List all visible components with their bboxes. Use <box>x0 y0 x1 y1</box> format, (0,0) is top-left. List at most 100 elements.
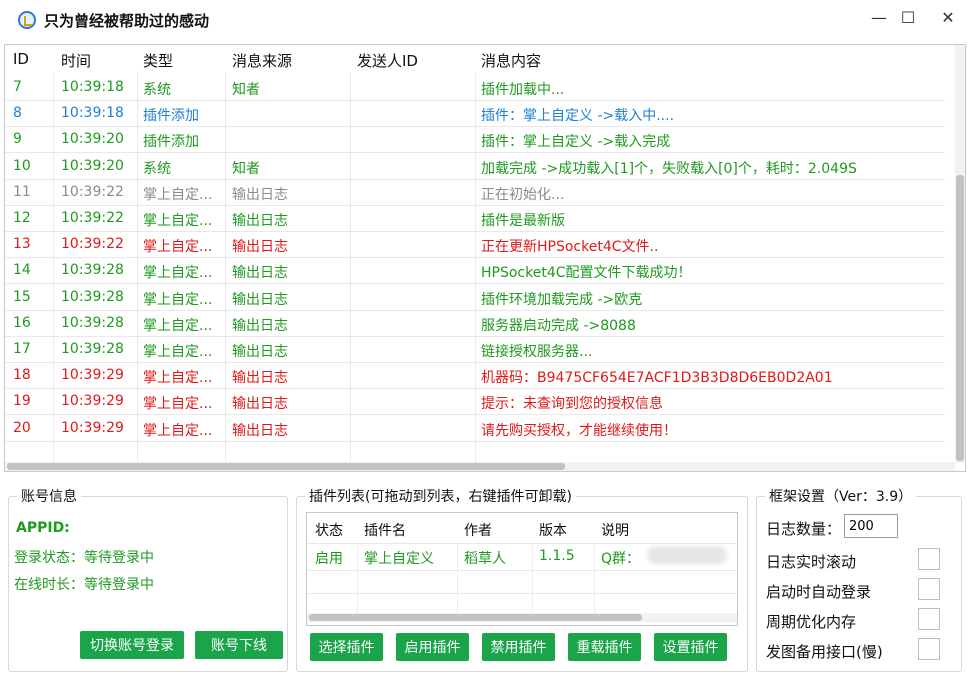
cell-id: 7 <box>13 79 22 95</box>
log-row[interactable]: 14 10:39:28 掌上自定... 输出日志 HPSocket4C配置文件下载成功！ <box>5 258 945 285</box>
appid-label: APPID: <box>16 520 70 536</box>
option-optimize-memory-checkbox[interactable] <box>918 608 940 630</box>
cell-type: 掌上自定... <box>143 317 213 334</box>
cell-time: 10:39:28 <box>61 288 124 305</box>
log-row[interactable]: 11 10:39:22 掌上自定... 输出日志 正在初始化... <box>5 180 945 206</box>
log-row[interactable]: 18 10:39:29 掌上自定... 输出日志 机器码：B9475CF654E7ACF… <box>5 363 945 390</box>
reload-plugin-button[interactable]: 重载插件 <box>568 633 641 661</box>
log-row[interactable]: 15 10:39:28 掌上自定... 输出日志 插件环境加载完成 ->欧克 <box>5 285 945 311</box>
row-divider <box>307 543 737 544</box>
log-row[interactable]: 16 10:39:28 掌上自定... 输出日志 服务器启动完成 ->8088 <box>5 311 945 337</box>
log-row[interactable]: 10 10:39:20 系统 知者 加载完成 ->成功载入[1]个，失败载入[0]个，耗… <box>5 154 945 180</box>
col-message[interactable]: 消息内容 <box>481 50 541 71</box>
account-legend: 账号信息 <box>21 489 77 505</box>
cell-time: 10:39:28 <box>61 341 124 357</box>
plugin-col-name[interactable]: 插件名 <box>364 520 406 540</box>
plugin-version[interactable]: 1.1.5 <box>539 548 575 564</box>
settings-legend: 框架设置（Ver：3.9） <box>769 489 913 505</box>
cell-message: 请先购买授权，才能继续使用！ <box>481 422 677 439</box>
plugin-name[interactable]: 掌上自定义 <box>364 548 434 568</box>
cell-id: 17 <box>13 341 31 357</box>
disable-plugin-button[interactable]: 禁用插件 <box>482 633 555 661</box>
cell-source: 输出日志 <box>232 186 288 203</box>
option-realtime-scroll-label: 日志实时滚动 <box>766 553 857 571</box>
cell-source: 输出日志 <box>232 344 288 360</box>
log-row[interactable]: 17 10:39:28 掌上自定... 输出日志 链接授权服务器... <box>5 337 945 363</box>
row-divider <box>307 593 737 594</box>
log-row[interactable]: 8 10:39:18 插件添加 插件：掌上自定义 ->载入中.... <box>5 101 945 128</box>
cell-type: 掌上自定... <box>143 291 213 308</box>
column-divider <box>457 543 458 613</box>
plugin-col-status[interactable]: 状态 <box>315 520 343 540</box>
log-row[interactable]: 13 10:39:22 掌上自定... 输出日志 正在更新HPSocket4C文件.. <box>5 232 945 259</box>
cell-type: 插件添加 <box>143 108 199 125</box>
app-logo-icon <box>18 11 36 29</box>
plugin-col-author[interactable]: 作者 <box>464 520 492 540</box>
log-row[interactable]: 9 10:39:20 插件添加 插件：掌上自定义 ->载入完成 <box>5 127 945 154</box>
cell-type: 掌上自定... <box>143 370 213 387</box>
cell-message: HPSocket4C配置文件下载成功！ <box>481 265 692 282</box>
cell-source: 知者 <box>232 160 260 177</box>
vertical-scroll-thumb[interactable] <box>956 175 964 461</box>
cell-source: 输出日志 <box>232 239 288 256</box>
option-realtime-scroll-checkbox[interactable] <box>918 548 940 570</box>
cell-id: 16 <box>13 314 31 331</box>
log-count-input[interactable] <box>844 514 898 538</box>
cell-source: 输出日志 <box>232 396 288 413</box>
cell-type: 系统 <box>143 82 171 98</box>
col-sender-id[interactable]: 发送人ID <box>357 50 418 71</box>
cell-message: 插件环境加载完成 ->欧克 <box>481 291 643 308</box>
cell-type: 掌上自定... <box>143 344 213 360</box>
plugin-author[interactable]: 稻草人 <box>464 548 506 568</box>
cell-time: 10:39:28 <box>61 314 124 331</box>
cell-time: 10:39:29 <box>61 367 124 384</box>
plugin-settings-button[interactable]: 设置插件 <box>654 633 727 661</box>
cell-message: 正在初始化... <box>481 186 565 203</box>
plugin-col-desc[interactable]: 说明 <box>601 520 629 540</box>
cell-id: 20 <box>13 419 31 436</box>
option-auto-login-checkbox[interactable] <box>918 578 940 600</box>
enable-plugin-button[interactable]: 启用插件 <box>396 633 469 661</box>
switch-account-button[interactable]: 切换账号登录 <box>80 631 184 659</box>
cell-source: 知者 <box>232 82 260 98</box>
cell-source: 输出日志 <box>232 370 288 387</box>
col-source[interactable]: 消息来源 <box>232 50 292 71</box>
cell-source: 输出日志 <box>232 317 288 334</box>
cell-type: 掌上自定... <box>143 396 213 413</box>
log-row[interactable]: 7 10:39:18 系统 知者 插件加载中... <box>5 75 945 101</box>
plugin-scroll-thumb[interactable] <box>309 614 642 621</box>
column-divider <box>357 543 358 613</box>
horizontal-scroll-thumb[interactable] <box>7 463 565 470</box>
cell-id: 11 <box>13 183 31 200</box>
login-status: 登录状态：等待登录中 <box>14 550 154 566</box>
close-button[interactable]: ✕ <box>925 0 971 34</box>
cell-time: 10:39:18 <box>61 105 124 122</box>
log-row[interactable]: 12 10:39:22 掌上自定... 输出日志 插件是最新版 <box>5 206 945 232</box>
option-auto-login-label: 启动时自动登录 <box>766 583 872 601</box>
option-backup-image-checkbox[interactable] <box>918 638 940 660</box>
cell-message: 加载完成 ->成功载入[1]个，失败载入[0]个，耗时：2.049S <box>481 160 857 177</box>
logout-button[interactable]: 账号下线 <box>195 631 283 659</box>
cell-source: 输出日志 <box>232 422 288 439</box>
cell-type: 掌上自定... <box>143 422 213 439</box>
cell-type: 掌上自定... <box>143 186 213 203</box>
log-row[interactable]: 20 10:39:29 掌上自定... 输出日志 请先购买授权，才能继续使用！ <box>5 416 945 442</box>
col-id[interactable]: ID <box>13 50 29 68</box>
cell-id: 9 <box>13 131 22 148</box>
cell-message: 插件：掌上自定义 ->载入完成 <box>481 134 671 151</box>
log-row[interactable]: 19 10:39:29 掌上自定... 输出日志 提示：未查询到您的授权信息 <box>5 389 945 416</box>
log-table[interactable]: ID 时间 类型 消息来源 发送人ID 消息内容 7 10:39:18 系统 知者 插件… <box>4 44 966 472</box>
select-plugin-button[interactable]: 选择插件 <box>310 633 383 661</box>
plugin-status[interactable]: 启用 <box>315 548 343 568</box>
cell-time: 10:39:22 <box>61 210 124 226</box>
cell-type: 插件添加 <box>143 134 199 151</box>
plugin-table[interactable]: 状态 插件名 作者 版本 说明 启用 掌上自定义 稻草人 1.1.5 Q群： <box>306 512 738 626</box>
option-optimize-memory-label: 周期优化内存 <box>766 613 857 631</box>
col-time[interactable]: 时间 <box>61 50 91 71</box>
plugin-col-version[interactable]: 版本 <box>539 520 567 540</box>
cell-message: 机器码：B9475CF654E7ACF1D3B3D8D6EB0D2A01 <box>481 370 833 387</box>
col-type[interactable]: 类型 <box>143 50 173 71</box>
cell-message: 插件加载中... <box>481 82 565 98</box>
cell-time: 10:39:20 <box>61 131 124 148</box>
plugin-desc[interactable]: Q群： <box>601 548 640 568</box>
